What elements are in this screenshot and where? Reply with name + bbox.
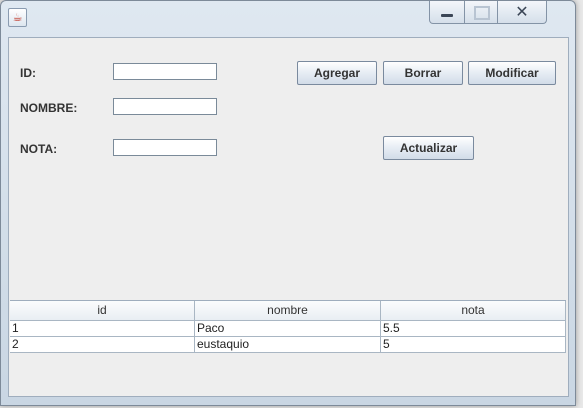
maximize-button[interactable]: [465, 1, 498, 24]
column-header-nota[interactable]: nota: [381, 301, 566, 321]
table-cell-nota[interactable]: 5: [381, 337, 566, 353]
table-row[interactable]: 2 eustaquio 5: [10, 337, 566, 353]
nombre-label: NOMBRE:: [20, 101, 78, 115]
java-icon[interactable]: ☕: [8, 8, 27, 27]
table-cell-nombre[interactable]: Paco: [195, 321, 381, 337]
agregar-button[interactable]: Agregar: [297, 61, 377, 85]
window-controls: ✕: [429, 1, 547, 25]
modificar-button[interactable]: Modificar: [468, 61, 556, 85]
table-header: id nombre nota: [10, 301, 566, 321]
minimize-icon: [441, 14, 453, 17]
table-row[interactable]: 1 Paco 5.5: [10, 321, 566, 337]
id-field[interactable]: [113, 63, 217, 80]
borrar-button[interactable]: Borrar: [383, 61, 463, 85]
table-cell-id[interactable]: 1: [10, 321, 195, 337]
data-table[interactable]: id nombre nota 1 Paco 5.5 2 eustaquio 5: [10, 300, 566, 395]
app-window: ☕ ✕ ID: NOMBRE: NOTA: Agregar Borrar Mod…: [0, 0, 576, 406]
table-cell-id[interactable]: 2: [10, 337, 195, 353]
content-panel: ID: NOMBRE: NOTA: Agregar Borrar Modific…: [8, 37, 569, 397]
column-header-id[interactable]: id: [10, 301, 195, 321]
table-cell-nota[interactable]: 5.5: [381, 321, 566, 337]
title-bar[interactable]: ☕ ✕: [1, 1, 575, 37]
table-cell-nombre[interactable]: eustaquio: [195, 337, 381, 353]
maximize-icon: [474, 6, 490, 20]
minimize-button[interactable]: [429, 1, 465, 24]
id-label: ID:: [20, 66, 36, 80]
close-icon: ✕: [515, 2, 529, 21]
nota-label: NOTA:: [20, 142, 58, 156]
column-header-nombre[interactable]: nombre: [195, 301, 381, 321]
close-button[interactable]: ✕: [498, 1, 547, 24]
nombre-field[interactable]: [113, 98, 217, 115]
actualizar-button[interactable]: Actualizar: [383, 136, 474, 160]
nota-field[interactable]: [113, 139, 217, 156]
